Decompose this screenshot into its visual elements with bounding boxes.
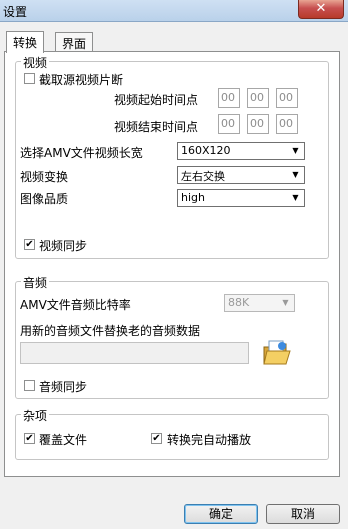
audio-sync-label: 音频同步 <box>39 380 88 394</box>
audio-sync-checkbox[interactable] <box>24 380 35 391</box>
audio-bitrate-select[interactable]: 88K ▼ <box>224 294 295 312</box>
open-folder-icon[interactable] <box>262 338 292 368</box>
trim-label: 截取源视频片断 <box>39 73 124 87</box>
start-second-input[interactable]: 00 <box>276 88 298 108</box>
tab-convert[interactable]: 转换 <box>6 31 45 53</box>
video-sync-checkbox[interactable]: ✔ <box>24 239 35 250</box>
autoplay-label: 转换完自动播放 <box>167 433 252 447</box>
tab-interface[interactable]: 界面 <box>55 32 94 52</box>
image-quality-label: 图像品质 <box>20 192 69 206</box>
start-hour-input[interactable]: 00 <box>218 88 240 108</box>
start-time-label: 视频起始时间点 <box>114 93 199 107</box>
video-size-value: 160X120 <box>181 144 231 157</box>
misc-group-legend: 杂项 <box>21 407 50 424</box>
end-hour-input[interactable]: 00 <box>218 114 240 134</box>
chevron-down-icon: ▼ <box>292 193 299 202</box>
video-size-label: 选择AMV文件视频长宽 <box>20 146 143 160</box>
video-transform-select[interactable]: 左右交换 ▼ <box>177 166 305 184</box>
audio-bitrate-label: AMV文件音频比特率 <box>20 298 131 312</box>
tab-page-convert: 视频 截取源视频片断 视频起始时间点 00 00 00 视频结束时间点 00 0… <box>4 51 340 477</box>
ok-button[interactable]: 确定 <box>184 504 258 524</box>
end-minute-input[interactable]: 00 <box>247 114 269 134</box>
audio-replace-label: 用新的音频文件替换老的音频数据 <box>20 324 201 338</box>
check-icon: ✔ <box>152 433 161 444</box>
misc-group: 杂项 ✔ 覆盖文件 ✔ 转换完自动播放 <box>15 407 329 460</box>
video-transform-value: 左右交换 <box>181 170 225 183</box>
autoplay-checkbox[interactable]: ✔ <box>151 433 162 444</box>
check-icon: ✔ <box>25 239 34 250</box>
chevron-down-icon: ▼ <box>282 298 289 307</box>
audio-group: 音频 AMV文件音频比特率 88K ▼ 用新的音频文件替换老的音频数据 音频同步 <box>15 274 329 399</box>
chevron-down-icon: ▼ <box>292 170 299 179</box>
video-group-legend: 视频 <box>21 54 50 71</box>
title-bar: 设置 ✕ <box>0 0 348 22</box>
audio-group-legend: 音频 <box>21 274 50 291</box>
end-second-input[interactable]: 00 <box>276 114 298 134</box>
video-size-select[interactable]: 160X120 ▼ <box>177 142 305 160</box>
check-icon: ✔ <box>25 433 34 444</box>
window-title: 设置 <box>3 5 28 19</box>
audio-bitrate-value: 88K <box>228 296 250 309</box>
video-sync-label: 视频同步 <box>39 239 88 253</box>
trim-checkbox[interactable] <box>24 73 35 84</box>
overwrite-label: 覆盖文件 <box>39 433 88 447</box>
close-button[interactable]: ✕ <box>298 0 344 19</box>
image-quality-value: high <box>181 191 205 204</box>
video-group: 视频 截取源视频片断 视频起始时间点 00 00 00 视频结束时间点 00 0… <box>15 54 329 259</box>
audio-file-input[interactable] <box>20 342 249 364</box>
chevron-down-icon: ▼ <box>292 146 299 155</box>
cancel-button[interactable]: 取消 <box>266 504 340 524</box>
end-time-label: 视频结束时间点 <box>114 120 199 134</box>
image-quality-select[interactable]: high ▼ <box>177 189 305 207</box>
video-transform-label: 视频变换 <box>20 170 69 184</box>
start-minute-input[interactable]: 00 <box>247 88 269 108</box>
overwrite-checkbox[interactable]: ✔ <box>24 433 35 444</box>
